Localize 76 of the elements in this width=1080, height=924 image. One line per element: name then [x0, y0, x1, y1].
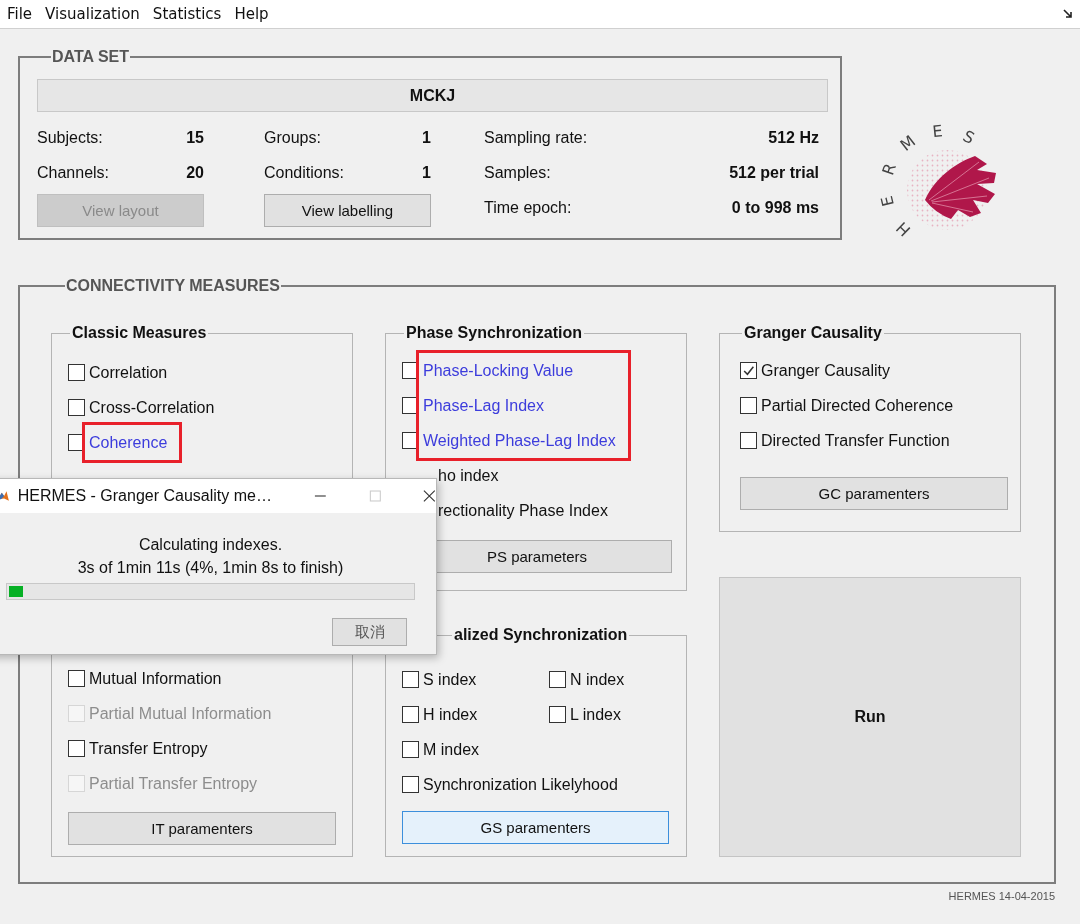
field-label: Sampling rate:: [484, 128, 588, 147]
logo-letter: M: [896, 131, 920, 155]
checkbox-label[interactable]: Transfer Entropy: [89, 739, 208, 758]
field-value: 15: [186, 128, 204, 147]
progress-text: 3s of 1min 11s (4%, 1min 8s to finish): [76, 558, 345, 578]
checkbox-label[interactable]: Granger Causality: [761, 361, 890, 380]
field-label: Groups:: [264, 128, 321, 147]
menu-item[interactable]: Statistics: [152, 5, 222, 23]
panel-title: Granger Causality: [743, 323, 883, 343]
checkbox[interactable]: [68, 740, 85, 757]
checkbox[interactable]: [740, 432, 757, 449]
checkbox-label[interactable]: H index: [423, 705, 478, 724]
close-icon[interactable]: [423, 489, 436, 503]
checkbox-label[interactable]: Coherence: [89, 433, 168, 452]
menu-item[interactable]: Help: [234, 5, 269, 23]
field-label: Subjects:: [37, 128, 103, 147]
version-label: HERMES 14-04-2015: [948, 890, 1055, 902]
parameters-button[interactable]: GC paramenters: [740, 477, 1008, 510]
status-message: Calculating indexes.: [137, 535, 284, 555]
menu-item[interactable]: File: [7, 5, 33, 23]
checkbox-label[interactable]: Synchronization Likelyhood: [423, 775, 618, 794]
field-value: 0 to 998 ms: [731, 198, 819, 217]
field-label: Samples:: [484, 163, 551, 182]
dataset-name: MCKJ: [37, 79, 828, 112]
checkbox-label[interactable]: N index: [570, 670, 625, 689]
checkbox-label[interactable]: Directed Transfer Function: [761, 431, 950, 450]
checkbox-label[interactable]: ho index: [438, 466, 499, 485]
field-value: 1: [422, 128, 431, 147]
frame-title: DATA SET: [51, 47, 131, 67]
checkbox[interactable]: [740, 397, 757, 414]
checkbox-label[interactable]: rectionality Phase Index: [438, 501, 608, 520]
checkbox[interactable]: [68, 670, 85, 687]
cancel-button[interactable]: 取消: [332, 618, 407, 646]
checkbox[interactable]: [549, 671, 566, 688]
field-value: 512 Hz: [768, 128, 819, 147]
panel-title: Classic Measures: [71, 323, 208, 343]
checkbox-label[interactable]: Correlation: [89, 363, 168, 382]
menu-item[interactable]: Visualization: [45, 5, 140, 23]
checkbox[interactable]: [402, 741, 419, 758]
checkbox-label[interactable]: S index: [423, 670, 477, 689]
field-label: Conditions:: [264, 163, 345, 182]
run-button[interactable]: Run: [719, 577, 1021, 857]
checkbox-label[interactable]: Weighted Phase-Lag Index: [423, 431, 616, 450]
field-label: Channels:: [37, 163, 110, 182]
checkbox-label[interactable]: Cross-Correlation: [89, 398, 215, 417]
logo-letter: E: [931, 121, 944, 142]
panel-title: Phase Synchronization: [405, 323, 584, 343]
view-button[interactable]: View labelling: [264, 194, 431, 227]
field-value: 1: [422, 163, 431, 182]
dialog-title: HERMES - Granger Causality me…: [17, 487, 272, 505]
checkbox[interactable]: [402, 671, 419, 688]
frame-title: CONNECTIVITY MEASURES: [65, 276, 281, 296]
field-label: Time epoch:: [484, 198, 572, 217]
field-value: 20: [186, 163, 204, 182]
logo-letter: E: [877, 194, 898, 209]
panel-title: alized Synchronization: [453, 625, 629, 645]
checkbox-label[interactable]: Mutual Information: [89, 669, 222, 688]
logo-letter: R: [878, 160, 900, 178]
checkbox-label[interactable]: Phase-Lag Index: [423, 396, 544, 415]
app-icon: [0, 489, 10, 503]
parameters-button[interactable]: GS paramenters: [402, 811, 669, 844]
checkbox[interactable]: [402, 706, 419, 723]
arrow-icon[interactable]: [1062, 8, 1074, 20]
checkbox[interactable]: [68, 364, 85, 381]
logo-letter: S: [960, 126, 978, 148]
checkbox[interactable]: [68, 399, 85, 416]
checkbox[interactable]: [740, 362, 757, 379]
checkbox[interactable]: [549, 706, 566, 723]
checkbox-label[interactable]: Phase-Locking Value: [423, 361, 574, 380]
checkbox-label[interactable]: Partial Directed Coherence: [761, 396, 954, 415]
logo-letter: H: [892, 218, 915, 240]
checkbox-label[interactable]: L index: [570, 705, 621, 724]
parameters-button[interactable]: IT paramenters: [68, 812, 336, 845]
checkbox-label[interactable]: M index: [423, 740, 480, 759]
checkbox[interactable]: [402, 776, 419, 793]
field-value: 512 per trial: [729, 163, 819, 182]
